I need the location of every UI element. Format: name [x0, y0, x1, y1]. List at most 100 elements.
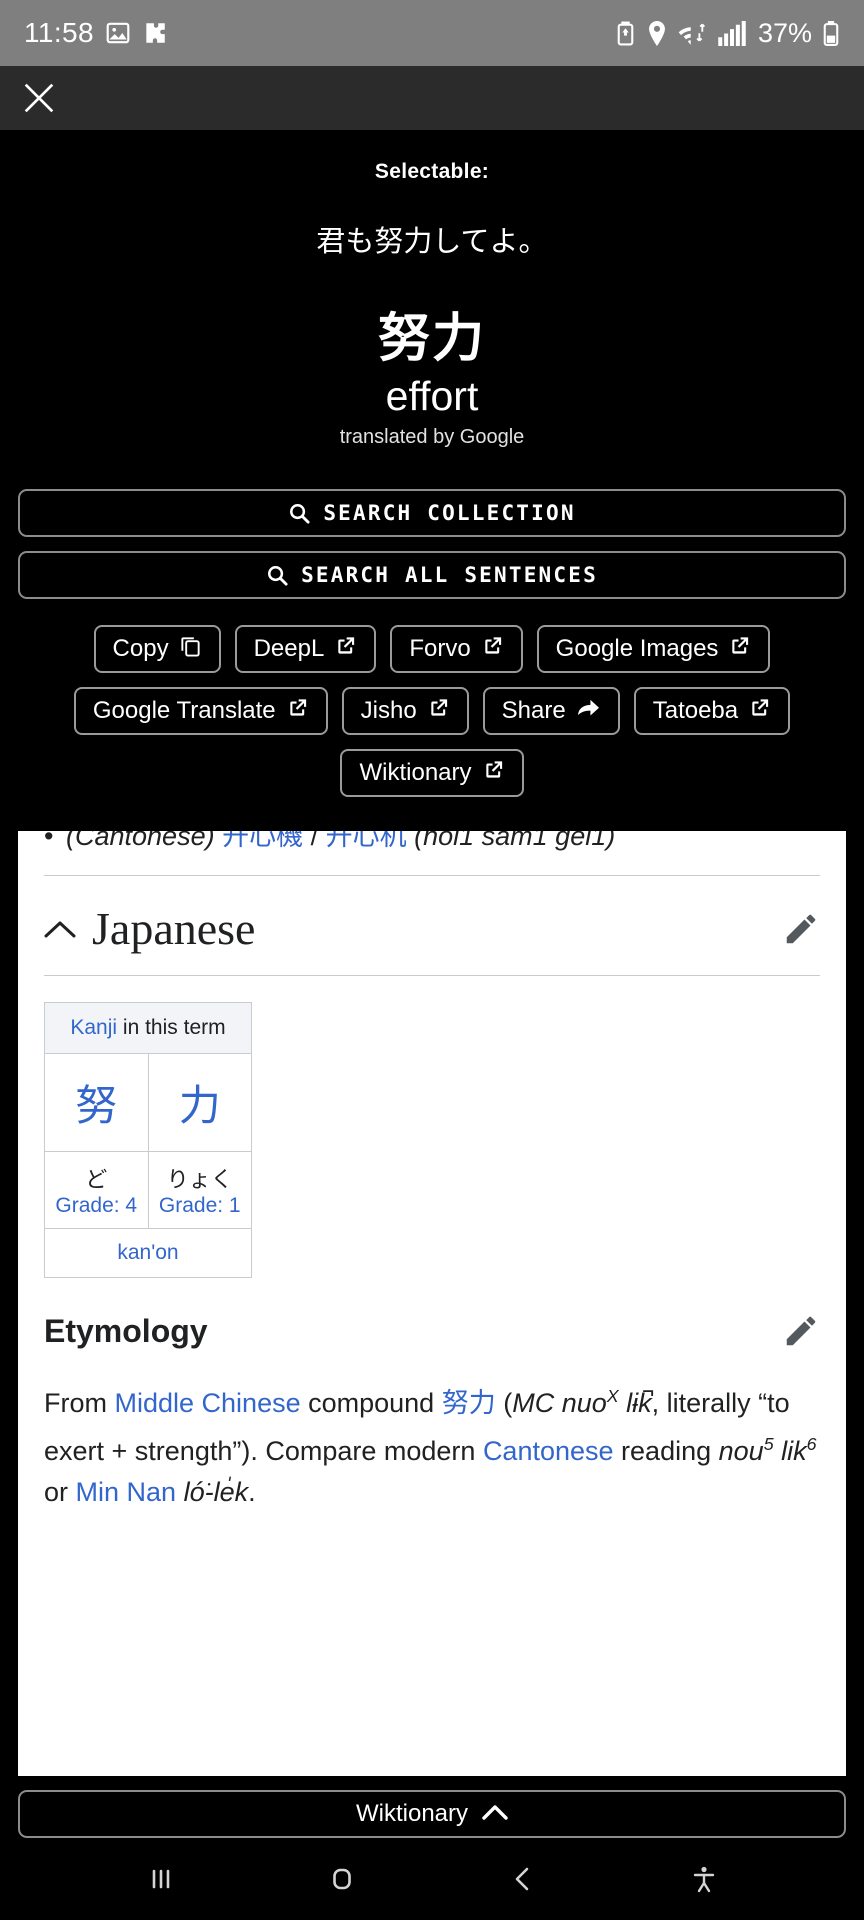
search-collection-label: SEARCH COLLECTION — [323, 501, 576, 525]
external-link-icon — [748, 696, 771, 726]
cantonese-link-2[interactable]: 开心机 — [326, 831, 407, 851]
tatoeba-label: Tatoeba — [652, 697, 739, 724]
action-chip-group: Copy DeepL Forvo Google Images Google Tr… — [0, 613, 864, 811]
language-section-header: Japanese — [44, 902, 820, 976]
etymology-link[interactable]: Min Nan — [76, 1477, 177, 1507]
kanji-char-row: 努 力 — [44, 1053, 252, 1152]
kanji-header-rest: in this term — [117, 1016, 226, 1039]
kanji-table: Kanji in this term 努 力 ど Grade: 4 りょく Gr… — [44, 1002, 252, 1278]
bullet-icon: • — [44, 831, 54, 851]
status-bar-left: 11:58 — [24, 17, 168, 49]
battery-percent: 37% — [757, 17, 812, 48]
search-icon — [266, 564, 289, 587]
kanji-grade-1[interactable]: Grade: 4 — [45, 1194, 148, 1228]
share-button[interactable]: Share — [482, 687, 620, 735]
google-images-label: Google Images — [555, 635, 719, 662]
etymology-text-part: compound — [300, 1388, 442, 1418]
etymology-text-part: From — [44, 1388, 115, 1418]
wiktionary-link-label: Wiktionary — [359, 759, 472, 786]
kanji-char-2[interactable]: 力 — [147, 1053, 252, 1152]
search-icon — [288, 502, 311, 525]
share-icon — [576, 696, 601, 726]
wiktionary-panel[interactable]: • (Cantonese) 开心機 / 开心机 (hoi1 sam1 gei1) … — [18, 831, 846, 1776]
etymology-superscript: 5 — [763, 1434, 774, 1454]
panel-divider — [44, 875, 820, 876]
puzzle-icon — [142, 20, 168, 46]
external-link-icon — [334, 634, 357, 664]
share-label: Share — [501, 697, 566, 724]
deepl-label: DeepL — [253, 635, 325, 662]
status-time: 11:58 — [24, 17, 94, 48]
wifi-icon — [678, 21, 708, 46]
back-icon[interactable] — [488, 1849, 558, 1909]
status-bar-right: 37% — [615, 18, 840, 49]
etymology-text-part: reading — [613, 1436, 719, 1466]
wiktionary-link-button[interactable]: Wiktionary — [340, 749, 524, 797]
search-collection-button[interactable]: SEARCH COLLECTION — [18, 489, 846, 537]
selectable-label: Selectable: — [374, 160, 490, 183]
external-link-icon — [286, 696, 309, 726]
accessibility-icon[interactable] — [669, 1849, 739, 1909]
kanji-grade-2[interactable]: Grade: 1 — [149, 1194, 252, 1228]
kanji-reading-type[interactable]: kan'on — [44, 1228, 252, 1278]
pencil-icon[interactable] — [782, 910, 820, 948]
location-pin-icon — [646, 20, 668, 46]
app-screen: 11:58 37% Selectable: 君も努力してよ。 努力 effort… — [0, 0, 864, 1920]
kanji-char-1[interactable]: 努 — [44, 1053, 149, 1152]
kanji-reading-1: ど — [85, 1167, 108, 1192]
etymology-text-part: ( — [495, 1388, 513, 1418]
status-bar: 11:58 37% — [0, 0, 864, 66]
bottom-toggle-wrapper: Wiktionary — [0, 1776, 864, 1838]
chip-row-2: Google Translate Jisho Share Tatoeba — [14, 687, 850, 735]
external-link-icon — [728, 634, 751, 664]
source-sentence[interactable]: 君も努力してよ。 — [0, 218, 864, 260]
google-translate-label: Google Translate — [92, 697, 276, 724]
wiktionary-toggle-button[interactable]: Wiktionary — [18, 1790, 846, 1838]
google-translate-button[interactable]: Google Translate — [73, 687, 328, 735]
kanji-footer-row: kan'on — [44, 1228, 252, 1278]
external-link-icon — [481, 634, 504, 664]
kanji-reading-row: ど Grade: 4 りょく Grade: 1 — [44, 1151, 252, 1229]
kanji-table-header-row: Kanji in this term — [44, 1002, 252, 1054]
cantonese-separator: / — [303, 831, 326, 851]
google-images-button[interactable]: Google Images — [536, 625, 771, 673]
etymology-link[interactable]: Cantonese — [483, 1436, 614, 1466]
chevron-up-icon[interactable] — [44, 919, 76, 939]
close-icon[interactable] — [18, 77, 60, 119]
etymology-header: Etymology — [44, 1312, 820, 1350]
chip-row-1: Copy DeepL Forvo Google Images — [14, 625, 850, 673]
copy-label: Copy — [112, 635, 169, 662]
copy-button[interactable]: Copy — [93, 625, 221, 673]
etymology-link[interactable]: Middle Chinese — [115, 1388, 301, 1418]
forvo-button[interactable]: Forvo — [390, 625, 523, 673]
headword[interactable]: 努力 — [0, 296, 864, 371]
etymology-italic: lɨk̚ — [618, 1388, 652, 1418]
kanji-header-link[interactable]: Kanji — [70, 1016, 117, 1039]
deepl-button[interactable]: DeepL — [234, 625, 377, 673]
etymology-italic: lik — [773, 1436, 807, 1466]
kanji-reading-2: りょく — [166, 1167, 233, 1192]
external-link-icon — [482, 758, 505, 788]
etymology-text-part: . — [248, 1477, 256, 1507]
cantonese-link-1[interactable]: 开心機 — [222, 831, 303, 851]
jisho-button[interactable]: Jisho — [341, 687, 469, 735]
search-all-sentences-button[interactable]: SEARCH ALL SENTENCES — [18, 551, 846, 599]
etymology-text-part: or — [44, 1477, 76, 1507]
recents-icon[interactable] — [126, 1849, 196, 1909]
wiktionary-toggle-label: Wiktionary — [355, 1800, 469, 1827]
cantonese-clipped-line: • (Cantonese) 开心機 / 开心机 (hoi1 sam1 gei1) — [44, 831, 820, 853]
forvo-label: Forvo — [409, 635, 471, 662]
image-icon — [105, 20, 131, 46]
battery-saver-icon — [615, 21, 636, 46]
etymology-text: From Middle Chinese compound 努力 (MC nuoX… — [44, 1376, 820, 1513]
pencil-icon[interactable] — [782, 1312, 820, 1350]
hero-section: Selectable: 君も努力してよ。 努力 effort translate… — [0, 130, 864, 449]
wiktionary-panel-wrapper: • (Cantonese) 开心機 / 开心机 (hoi1 sam1 gei1) … — [0, 831, 864, 1776]
etymology-link[interactable]: 努力 — [442, 1388, 496, 1418]
tatoeba-button[interactable]: Tatoeba — [633, 687, 791, 735]
external-link-icon — [427, 696, 450, 726]
kanji-reading-cell-1: ど Grade: 4 — [44, 1151, 149, 1229]
cantonese-prefix: (Cantonese) — [66, 831, 223, 851]
etymology-italic: MC nuo — [512, 1388, 607, 1418]
home-icon[interactable] — [307, 1849, 377, 1909]
